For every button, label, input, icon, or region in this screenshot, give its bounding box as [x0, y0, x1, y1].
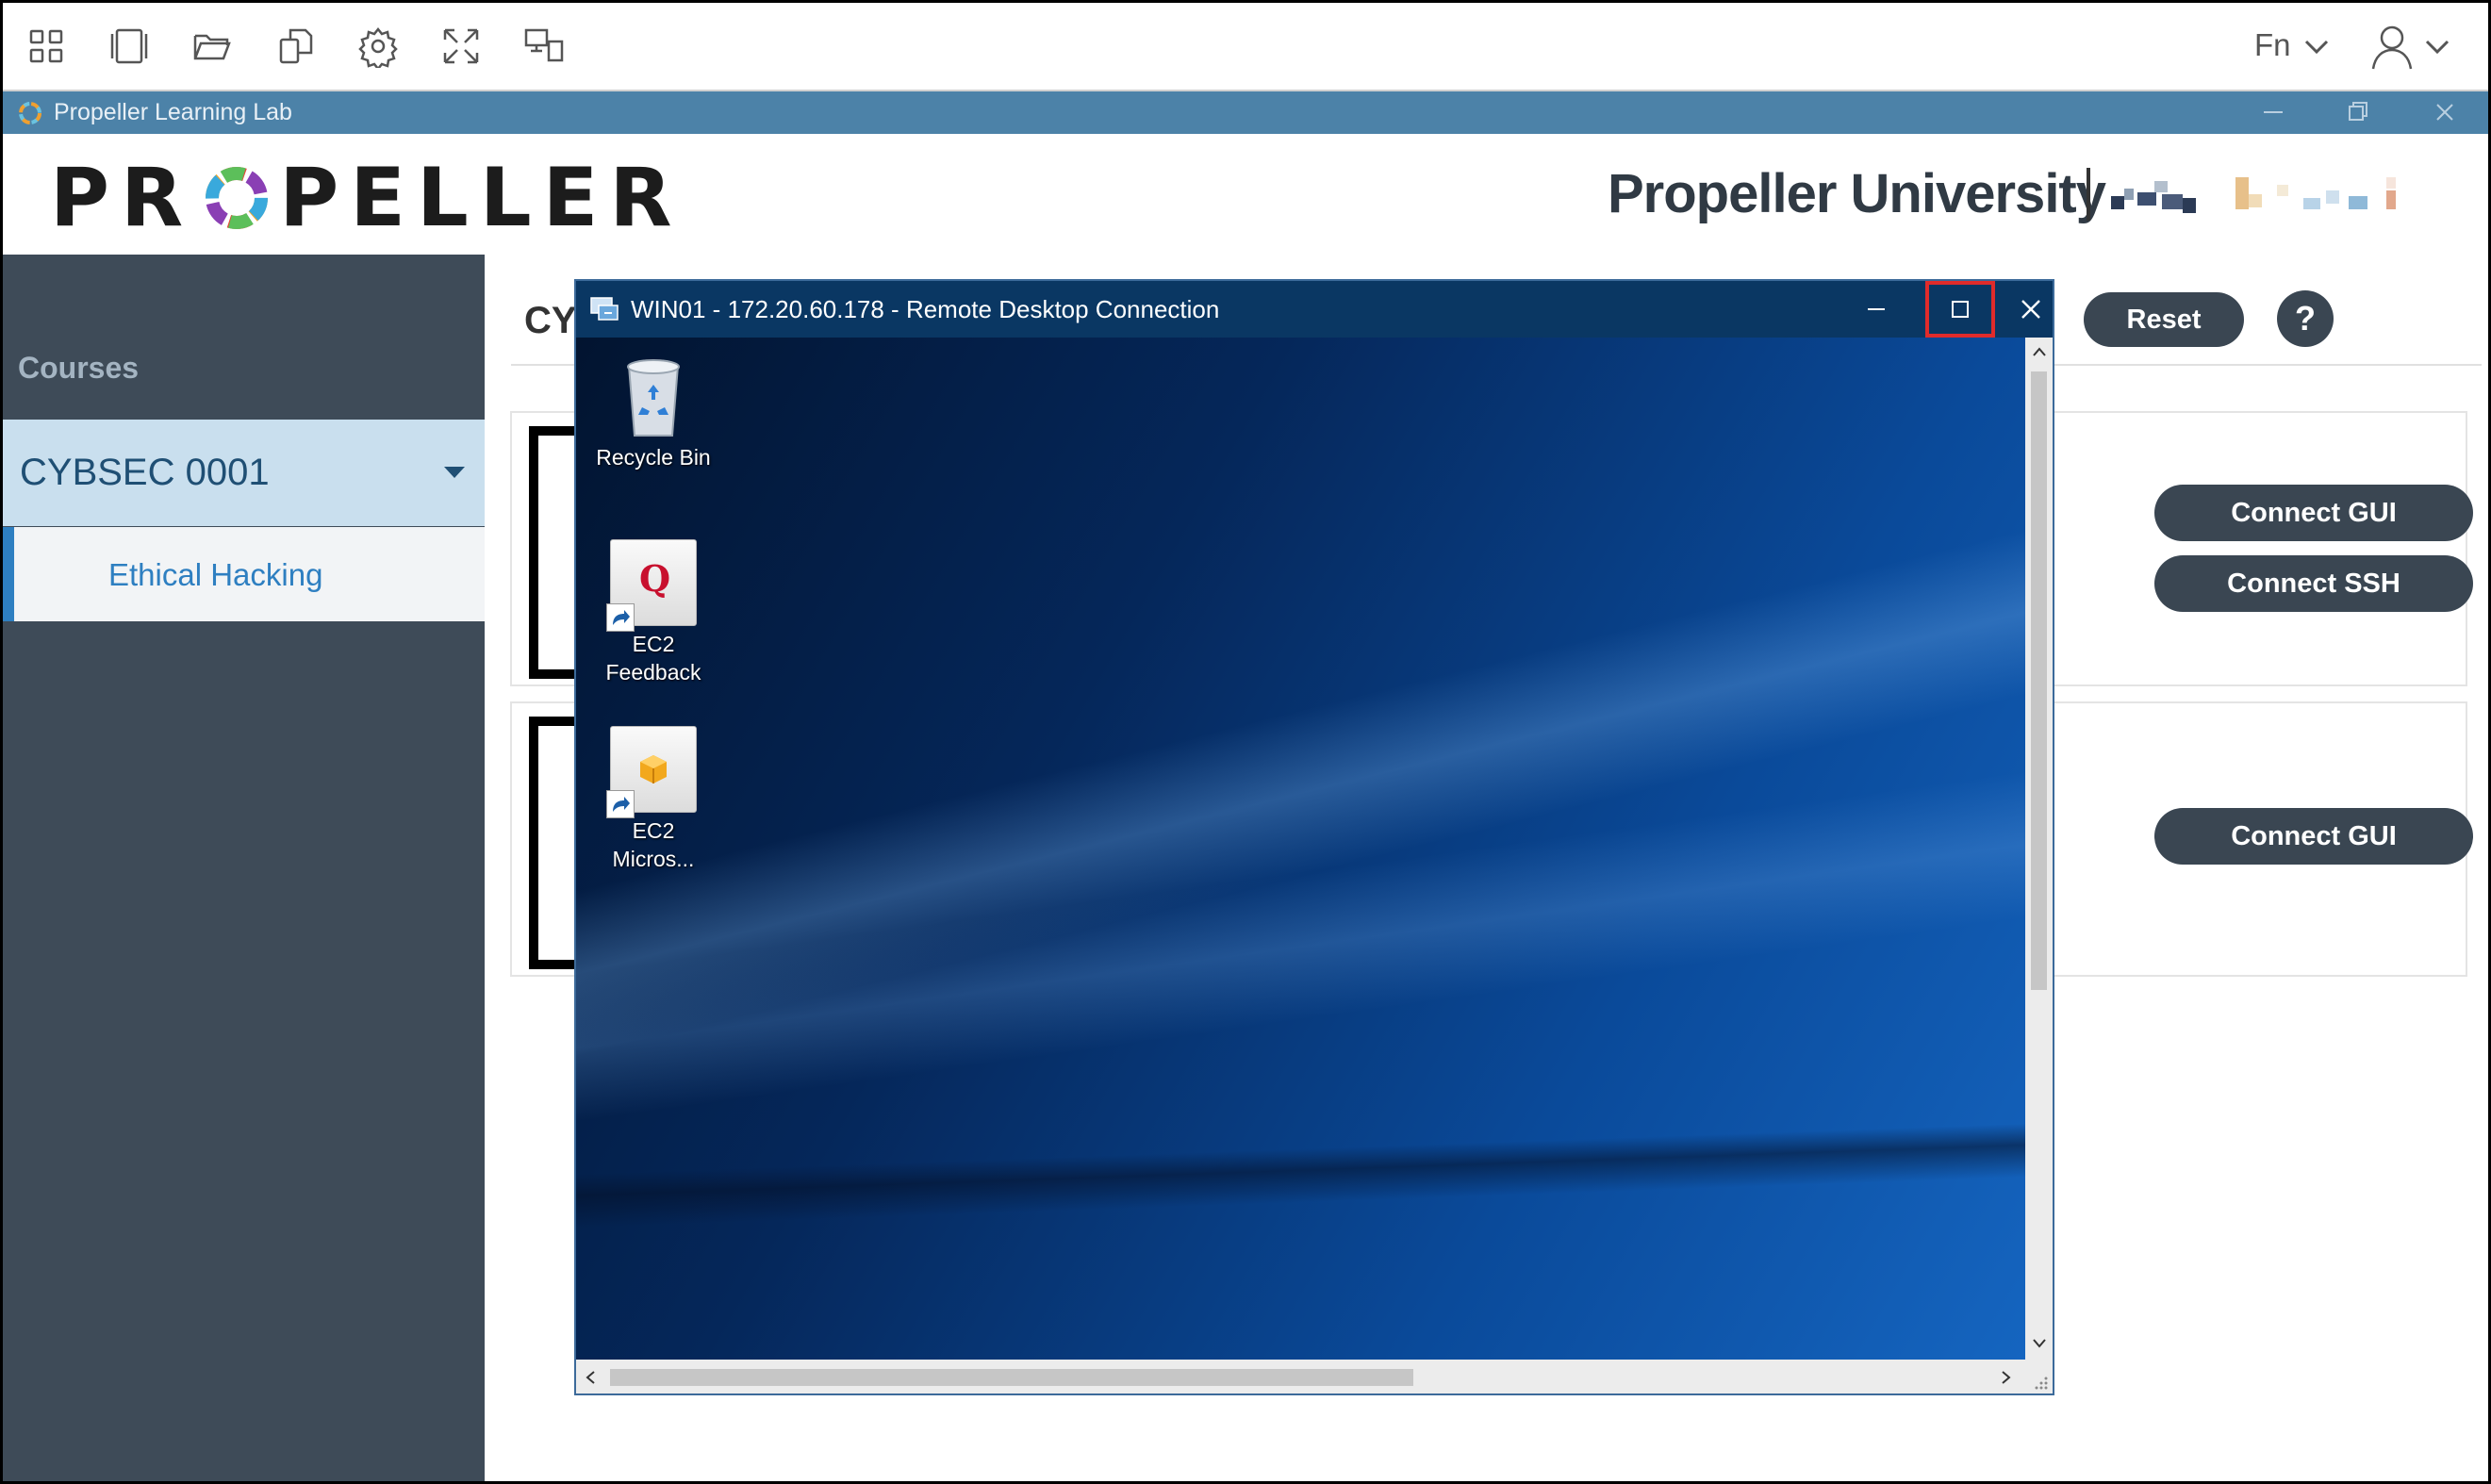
rdp-minimize-button[interactable]: [1841, 281, 1911, 338]
sidebar-item-label: Ethical Hacking: [108, 557, 323, 592]
sidebar-course-cybsec[interactable]: CYBSEC 0001: [3, 420, 485, 526]
redacted-name-pixels: [2111, 177, 2396, 213]
header-separator: [2087, 168, 2090, 221]
remote-desktop-icon: [590, 297, 619, 321]
folder-open-icon[interactable]: [188, 22, 237, 71]
minimize-icon: [1868, 308, 1885, 310]
user-chevron-down-icon[interactable]: [2424, 37, 2450, 58]
fullscreen-icon[interactable]: [437, 22, 486, 71]
desktop-icon-label-line2: Micros...: [612, 847, 695, 871]
active-indicator: [3, 527, 14, 621]
resize-grip-icon: [2035, 1377, 2048, 1390]
user-icon[interactable]: [2369, 24, 2415, 71]
app-close-icon[interactable]: [2428, 97, 2462, 127]
rdp-title-bar[interactable]: WIN01 - 172.20.60.178 - Remote Desktop C…: [576, 281, 2053, 338]
connect-ssh-button[interactable]: Connect SSH: [2154, 555, 2473, 612]
rdp-maximize-button[interactable]: [1925, 281, 1995, 338]
maximize-icon: [1952, 301, 1969, 318]
vertical-scrollbar[interactable]: [2025, 338, 2053, 1360]
propeller-swirl-icon: [206, 167, 269, 229]
ec2-microsoft-icon: [606, 726, 697, 818]
app-restore-icon[interactable]: [2341, 97, 2375, 127]
close-icon: [2021, 300, 2040, 319]
reset-button[interactable]: Reset: [2084, 292, 2244, 347]
sidebar: Courses CYBSEC 0001 Ethical Hacking: [3, 255, 485, 1481]
apps-grid-icon[interactable]: [22, 22, 71, 71]
help-button[interactable]: ?: [2277, 290, 2334, 347]
propeller-logo-icon: [19, 102, 41, 124]
connect-gui-button[interactable]: Connect GUI: [2154, 485, 2473, 541]
shortcut-arrow-icon: [606, 603, 635, 632]
course-title: CYBSEC 0001: [20, 452, 270, 493]
remote-display-icon[interactable]: [520, 22, 569, 71]
fn-label[interactable]: Fn: [2254, 27, 2291, 63]
ec2-feedback-icon: Q: [606, 539, 697, 632]
screenshot-frame: Fn Propeller Learning Lab PR PELLER Prop…: [0, 0, 2491, 1484]
scroll-down-icon[interactable]: [2031, 1337, 2048, 1350]
desktop-icon-ec2-micros[interactable]: EC2 Micros...: [587, 726, 719, 873]
caret-down-icon[interactable]: [442, 465, 467, 480]
feedback-q-glyph: Q: [639, 557, 671, 600]
vertical-scroll-thumb[interactable]: [2031, 371, 2047, 990]
sidebar-item-ethical-hacking[interactable]: Ethical Hacking: [3, 527, 485, 621]
scroll-right-icon[interactable]: [2000, 1369, 2013, 1386]
remote-desktop-screen[interactable]: Recycle Bin Q EC2 Feedback EC2 Micros...: [576, 338, 2025, 1360]
rdp-window-title: WIN01 - 172.20.60.178 - Remote Desktop C…: [631, 295, 1220, 323]
app-window-title: Propeller Learning Lab: [54, 99, 292, 125]
university-name: Propeller University: [1608, 163, 2106, 224]
desktop-icon-label: EC2 Feedback: [605, 632, 701, 684]
desktop-icon-ec2-feedback[interactable]: Q EC2 Feedback: [587, 539, 719, 686]
brand-text-left: PR: [50, 151, 195, 245]
desktop-icon-label: Recycle Bin: [596, 445, 711, 470]
propeller-brand-logo: PR PELLER: [50, 151, 684, 245]
desktop-icon-label-line1: EC2: [632, 818, 675, 843]
desktop-icon-recycle-bin[interactable]: Recycle Bin: [587, 353, 719, 471]
app-minimize-icon[interactable]: [2256, 97, 2290, 127]
header: PR PELLER Propeller University: [3, 134, 2488, 255]
remote-desktop-window: WIN01 - 172.20.60.178 - Remote Desktop C…: [574, 279, 2054, 1395]
top-toolbar: Fn: [3, 3, 2488, 91]
brand-text-right: PELLER: [279, 151, 684, 245]
horizontal-scroll-thumb[interactable]: [610, 1369, 1413, 1386]
gear-icon[interactable]: [354, 22, 403, 71]
horizontal-scrollbar[interactable]: [576, 1360, 2025, 1393]
split-view-icon[interactable]: [105, 22, 154, 71]
connect-gui-button[interactable]: Connect GUI: [2154, 808, 2473, 865]
resize-grip[interactable]: [2025, 1360, 2053, 1393]
recycle-bin-icon: [610, 353, 697, 439]
rdp-close-button[interactable]: [2009, 281, 2053, 338]
courses-section-label: Courses: [18, 351, 140, 385]
shortcut-arrow-icon: [606, 790, 635, 818]
chevron-down-icon[interactable]: [2303, 37, 2330, 58]
page-title-partial: CY: [524, 300, 577, 341]
copy-icon[interactable]: [271, 22, 320, 71]
app-title-bar: Propeller Learning Lab: [3, 91, 2488, 134]
scroll-left-icon[interactable]: [584, 1369, 597, 1386]
scroll-up-icon[interactable]: [2031, 345, 2048, 358]
